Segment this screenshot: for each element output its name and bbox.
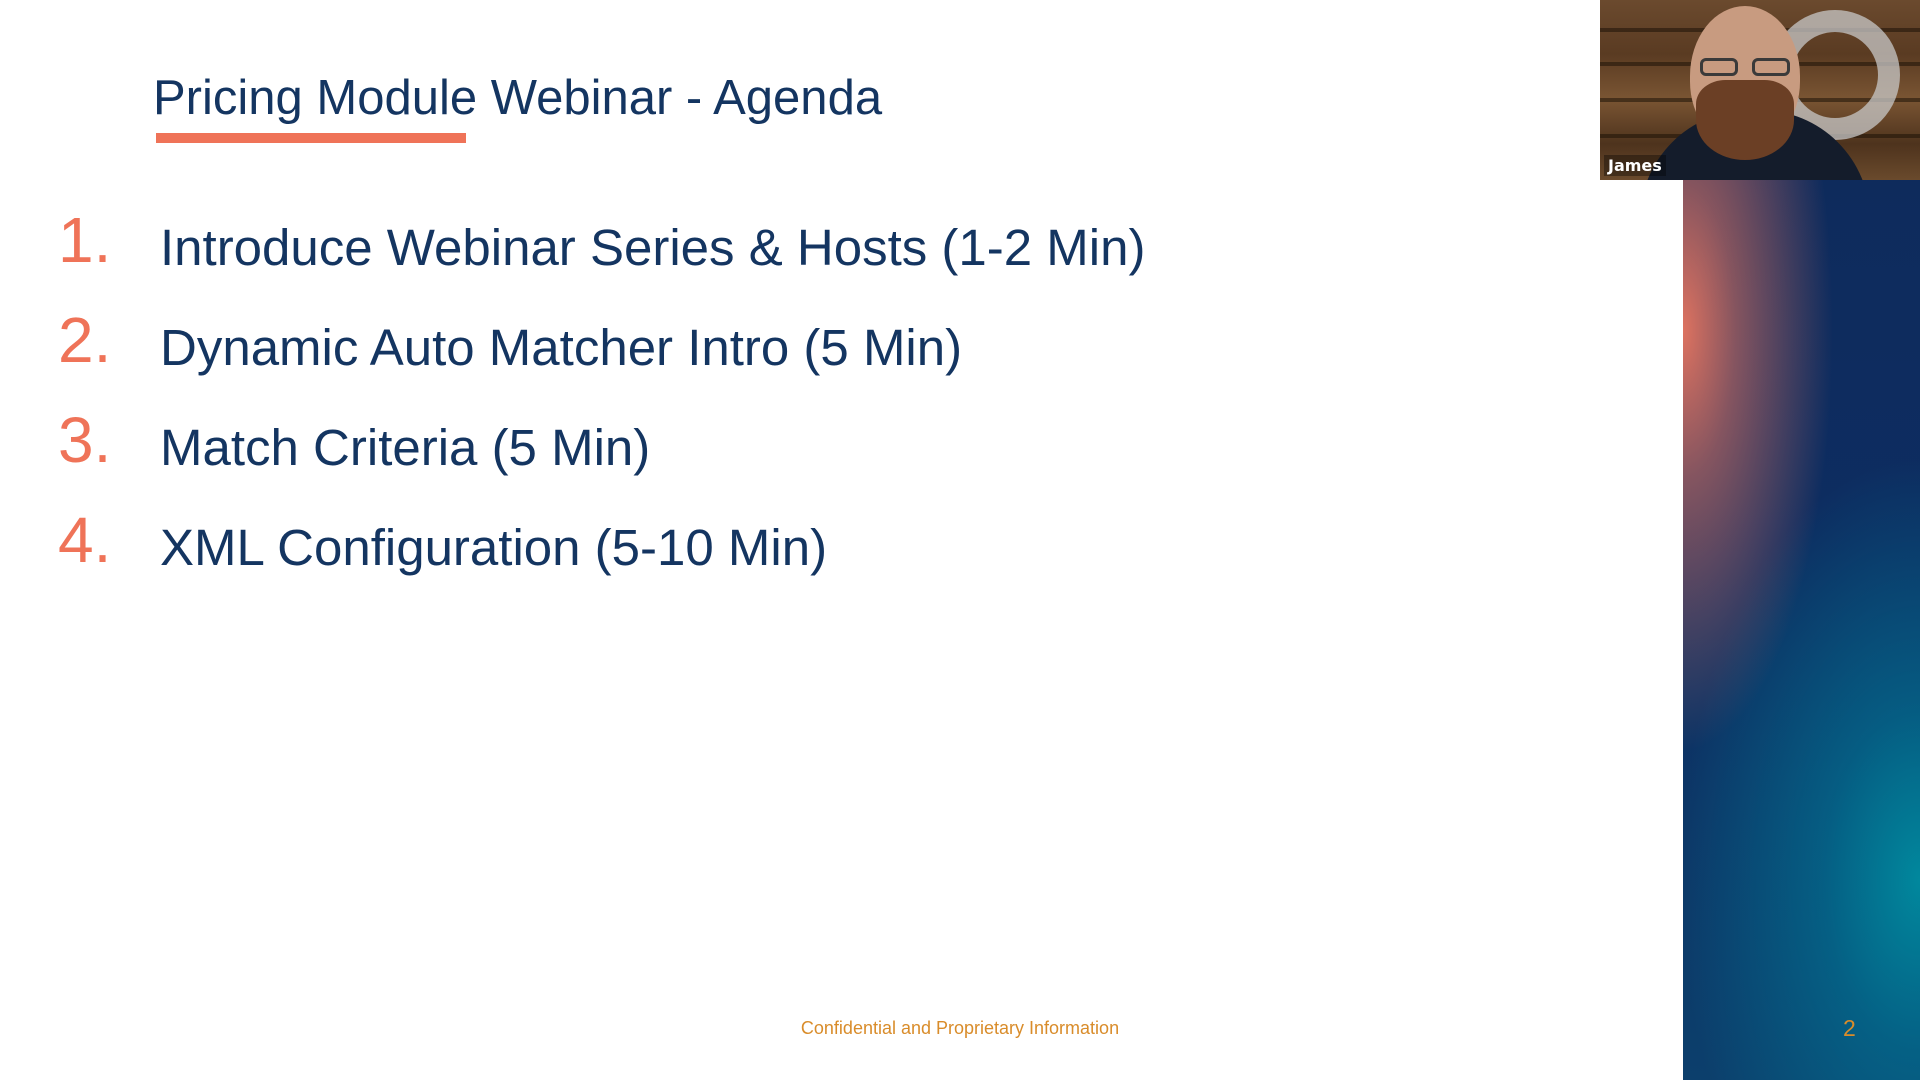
slide-page-number: 2 (1843, 1015, 1856, 1041)
agenda-item: 2. Dynamic Auto Matcher Intro (5 Min) (0, 295, 1400, 385)
title-underline (156, 133, 466, 143)
agenda-item: 4. XML Configuration (5-10 Min) (0, 495, 1400, 585)
agenda-item: 1. Introduce Webinar Series & Hosts (1-2… (0, 195, 1400, 285)
slide-title: Pricing Module Webinar - Agenda (153, 71, 883, 125)
participant-beard (1696, 80, 1794, 160)
glasses-icon (1700, 58, 1792, 78)
agenda-item-text: Introduce Webinar Series & Hosts (1-2 Mi… (160, 219, 1146, 276)
agenda-item-text: Dynamic Auto Matcher Intro (5 Min) (160, 319, 963, 376)
participant-name-label: James (1604, 155, 1666, 176)
agenda-item-number: 1. (58, 204, 112, 276)
agenda-item-number: 4. (58, 504, 112, 576)
slide-footer: Confidential and Proprietary Information (800, 1018, 1120, 1038)
agenda-item-number: 2. (58, 304, 112, 376)
agenda-item-text: XML Configuration (5-10 Min) (160, 519, 828, 576)
participant-video-tile[interactable]: James (1600, 0, 1920, 180)
agenda-item-text: Match Criteria (5 Min) (160, 419, 651, 476)
agenda-item-number: 3. (58, 404, 112, 476)
presentation-slide: Pricing Module Webinar - Agenda 1. Intro… (0, 0, 1920, 1080)
agenda-item: 3. Match Criteria (5 Min) (0, 395, 1400, 485)
